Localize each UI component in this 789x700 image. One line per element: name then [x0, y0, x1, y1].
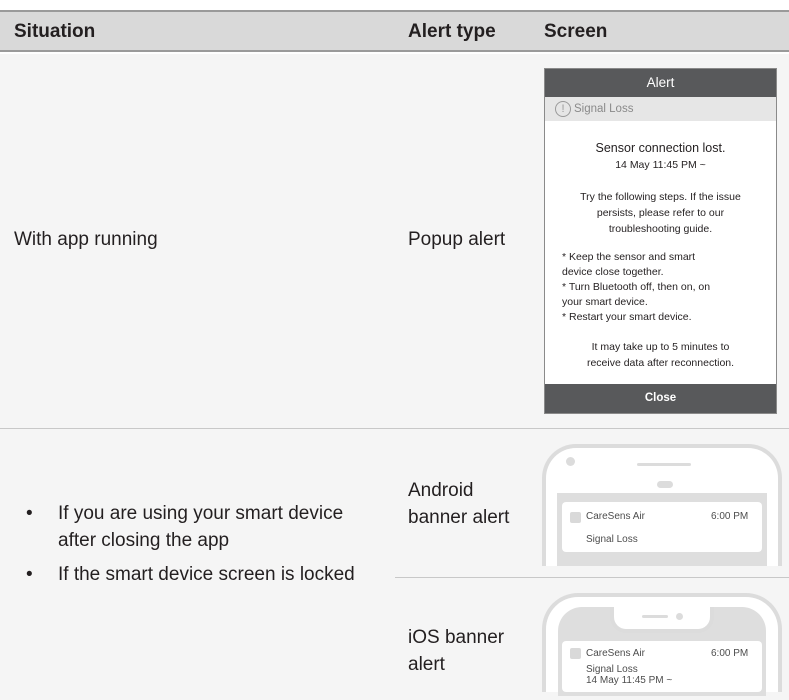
app-icon [570, 512, 581, 523]
popup-instruction-line: persists, please refer to our [596, 207, 725, 219]
ios-notification[interactable]: CareSens Air 6:00 PM Signal Loss 14 May … [562, 641, 762, 692]
android-alert-type-line: Android [408, 480, 474, 501]
android-time: 6:00 PM [711, 511, 749, 522]
header-alert-type: Alert type [408, 21, 496, 42]
row-divider [0, 428, 789, 429]
row2-situation-item: If the smart device screen is locked [58, 564, 355, 585]
warning-icon: ! [555, 101, 571, 117]
app-icon [570, 648, 581, 659]
row1-alert-type: Popup alert [408, 229, 506, 250]
android-app-name: CareSens Air [586, 511, 645, 522]
android-notification[interactable]: CareSens Air 6:00 PM Signal Loss [562, 502, 762, 552]
popup-step-line: * Keep the sensor and smart [562, 251, 696, 263]
bullet-icon: • [26, 503, 33, 524]
popup-close-button[interactable]: Close [545, 384, 776, 413]
popup-step-line: device close together. [562, 266, 664, 278]
popup-note-line: It may take up to 5 minutes to [591, 341, 730, 353]
row1-situation: With app running [14, 229, 158, 250]
popup-timestamp: 14 May 11:45 PM ~ [615, 159, 706, 171]
table-header [0, 12, 789, 52]
ios-timestamp: 14 May 11:45 PM ~ [586, 675, 673, 686]
ios-time: 6:00 PM [711, 648, 749, 659]
popup-note-line: receive data after reconnection. [586, 357, 735, 369]
popup-instruction-line: troubleshooting guide. [608, 223, 713, 235]
camera-icon [676, 613, 683, 620]
android-message: Signal Loss [586, 534, 638, 545]
header-screen: Screen [544, 21, 608, 42]
popup-step-line: * Turn Bluetooth off, then on, on [562, 281, 711, 293]
sensor-notch [657, 481, 673, 488]
popup-headline: Sensor connection lost. [595, 141, 726, 155]
header-situation: Situation [14, 21, 96, 42]
camera-icon [566, 457, 575, 466]
ios-alert-type-line: iOS banner [408, 627, 505, 648]
speaker-grille [637, 463, 691, 466]
popup-step-line: * Restart your smart device. [562, 311, 692, 323]
ios-app-name: CareSens Air [586, 648, 645, 659]
android-phone-frame: CareSens Air 6:00 PM Signal Loss [542, 444, 782, 566]
ios-notch [610, 607, 714, 633]
bullet-icon: • [26, 564, 33, 585]
android-screen: CareSens Air 6:00 PM Signal Loss [557, 493, 767, 566]
popup-subtitle: Signal Loss [545, 97, 776, 121]
ios-screen: CareSens Air 6:00 PM Signal Loss 14 May … [558, 607, 766, 696]
popup-alert-screen: Alert Signal Loss ! Sensor connection lo… [544, 68, 777, 414]
popup-title: Alert [545, 69, 776, 97]
row2-situation-item: If you are using your smart device after… [58, 503, 344, 551]
ios-phone-frame: CareSens Air 6:00 PM Signal Loss 14 May … [542, 593, 782, 696]
popup-instruction-line: Try the following steps. If the issue [580, 191, 741, 203]
speaker-grille [642, 615, 668, 618]
ios-alert-type-line: alert [408, 654, 445, 675]
popup-step-line: your smart device. [562, 296, 648, 308]
row-divider [395, 577, 789, 578]
android-alert-type-line: banner alert [408, 507, 510, 528]
